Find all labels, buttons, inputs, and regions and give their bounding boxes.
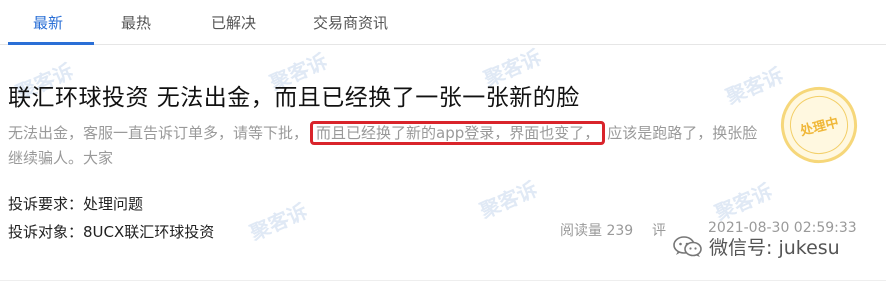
divider xyxy=(0,280,886,281)
wechat-id-overlay: 微信号: jukesu xyxy=(673,233,840,260)
tab-bar: 最新 最热 已解决 交易商资讯 xyxy=(0,0,886,45)
target-label: 投诉对象： xyxy=(8,223,84,241)
summary-text: 无法出金，客服一直告诉订单多，请等下批， xyxy=(8,124,309,142)
active-tab-indicator xyxy=(8,42,94,45)
complaint-title[interactable]: 联汇环球投资 无法出金，而且已经换了一张一张新的脸 xyxy=(8,78,580,112)
status-stamp-label: 处理中 xyxy=(798,114,841,139)
tab-broker-news[interactable]: 交易商资讯 xyxy=(313,12,388,33)
watermark: 聚客诉 xyxy=(711,178,776,226)
watermark: 聚客诉 xyxy=(246,198,311,246)
watermark: 聚客诉 xyxy=(722,62,787,110)
comment-label: 评 xyxy=(652,223,666,239)
wechat-id-text: 微信号: jukesu xyxy=(709,237,840,259)
tab-latest[interactable]: 最新 xyxy=(33,12,63,33)
complaint-page: 最新 最热 已解决 交易商资讯 聚客诉 聚客诉 聚客诉 聚客诉 聚客诉 聚客诉 … xyxy=(0,0,886,283)
read-count-label: 阅读量 xyxy=(560,223,602,239)
read-count: 阅读量 239 xyxy=(560,220,633,240)
watermark: 聚客诉 xyxy=(476,176,541,224)
status-stamp: 处理中 xyxy=(772,78,866,172)
complaint-target: 投诉对象：8UCX联汇环球投资 xyxy=(8,221,214,242)
tab-hottest[interactable]: 最热 xyxy=(121,12,151,33)
tab-resolved[interactable]: 已解决 xyxy=(211,12,256,33)
highlighted-summary-text: 而且已经换了新的app登录，界面也变了， xyxy=(310,121,606,145)
read-count-value: 239 xyxy=(606,223,634,239)
target-value: 8UCX联汇环球投资 xyxy=(83,223,215,241)
wechat-icon xyxy=(673,235,702,257)
complaint-request: 投诉要求：处理问题 xyxy=(8,193,143,214)
complaint-summary: 无法出金，客服一直告诉订单多，请等下批， 而且已经换了新的app登录，界面也变了，… xyxy=(8,121,768,171)
request-label: 投诉要求： xyxy=(8,195,84,213)
request-value: 处理问题 xyxy=(83,195,144,213)
